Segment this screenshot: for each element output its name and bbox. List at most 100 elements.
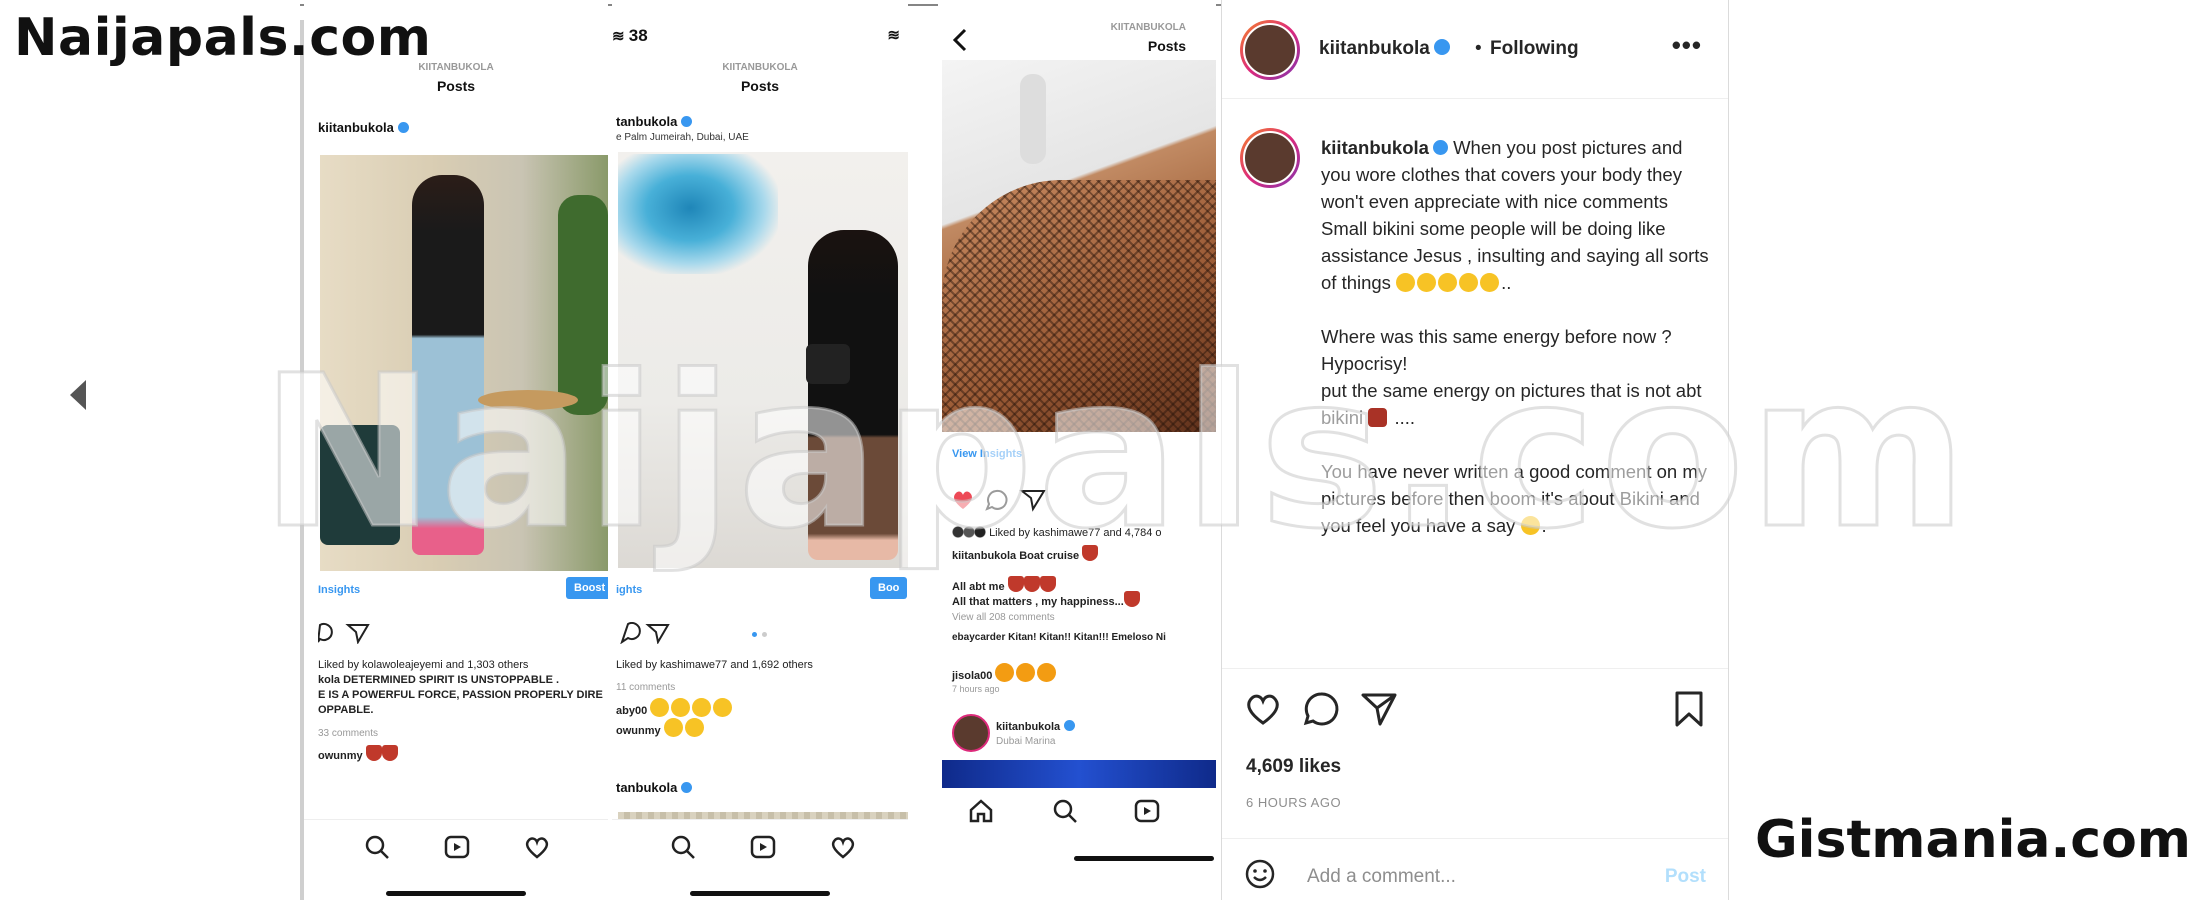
insights-link[interactable]: ights — [616, 584, 642, 596]
caption-paragraph-4: Hypocrisy! — [1321, 353, 1408, 374]
verified-icon — [681, 116, 693, 127]
emoji-icon — [663, 718, 683, 737]
phone-screenshot-3: KIITANBUKOLA Posts View Insights Liked b… — [938, 0, 1216, 900]
verified-icon — [1433, 39, 1450, 55]
liked-by-text: Liked by kashimawe77 and 1,692 others — [616, 659, 813, 671]
boost-button[interactable]: Boo — [870, 577, 908, 599]
fire-emoji-icon — [995, 663, 1015, 682]
posts-header: Posts — [436, 78, 476, 94]
reels-icon[interactable] — [444, 834, 470, 860]
comment-icon[interactable] — [1302, 690, 1340, 728]
posts-header: Posts — [740, 78, 780, 94]
home-icon[interactable] — [968, 798, 994, 824]
emoji-icon — [692, 698, 712, 717]
post-location[interactable]: e Palm Jumeirah, Dubai, UAE — [616, 132, 749, 143]
previous-arrow-icon[interactable] — [70, 380, 86, 410]
caption-line-1: kola DETERMINED SPIRIT IS UNSTOPPABLE . — [318, 674, 560, 686]
heart-emoji-icon — [1023, 576, 1040, 592]
username-text: tanbukola — [616, 114, 678, 129]
verified-icon — [1432, 140, 1448, 155]
liked-by-text: Liked by kashimawe77 and 4,784 o — [952, 526, 1162, 541]
likes-count[interactable]: 4,609 likes — [1246, 756, 1341, 778]
divider — [1222, 838, 1728, 839]
next-post-username[interactable]: kiitanbukola — [996, 720, 1076, 735]
action-icons[interactable] — [952, 488, 1052, 512]
post-comment-button[interactable]: Post — [1665, 866, 1706, 888]
comment-share-icons[interactable] — [618, 622, 670, 644]
laughing-emoji-icon — [1396, 273, 1416, 292]
liked-by-text: Liked by kolawoleajeyemi and 1,303 other… — [318, 659, 529, 671]
carousel-dot-active — [752, 632, 757, 637]
reels-icon[interactable] — [750, 834, 776, 860]
next-post-username[interactable]: tanbukola — [616, 780, 693, 795]
avatar[interactable] — [1240, 20, 1300, 80]
phone-screenshot-2: ≋ 38 ≋ KIITANBUKOLA Posts tanbukola e Pa… — [612, 0, 908, 900]
laughing-emoji-icon — [1480, 273, 1500, 292]
view-insights-link[interactable]: View Insights — [952, 448, 1022, 460]
more-options-icon[interactable]: ••• — [1672, 30, 1702, 61]
home-indicator — [1074, 856, 1214, 861]
emoji-icon — [684, 718, 704, 737]
username-text: kiitanbukola — [1319, 38, 1430, 59]
liker-avatars — [952, 526, 986, 538]
comment-share-icons[interactable] — [318, 622, 370, 644]
comment-text: All that matters , my happiness... — [952, 596, 1124, 608]
home-indicator — [690, 891, 830, 896]
posts-header: Posts — [1147, 38, 1186, 54]
verified-icon — [397, 122, 409, 133]
caption-username[interactable]: kiitanbukola — [1321, 137, 1429, 158]
insights-link[interactable]: Insights — [318, 584, 360, 596]
header-username[interactable]: kiitanbukola — [1319, 38, 1450, 60]
caption-paragraph-6-end: . — [1541, 515, 1547, 536]
laughing-emoji-icon — [1438, 273, 1458, 292]
save-bookmark-icon[interactable] — [1670, 690, 1708, 728]
post-time-ago: 6 HOURS AGO — [1246, 795, 1342, 810]
comments-count[interactable]: 33 comments — [318, 728, 378, 739]
like-heart-icon[interactable] — [1244, 690, 1282, 728]
avatar[interactable] — [952, 714, 990, 752]
share-icon[interactable] — [1360, 690, 1398, 728]
reels-icon[interactable] — [1134, 798, 1160, 824]
emoji-icon — [713, 698, 733, 717]
caption-paragraph-5-end: .... — [1389, 407, 1416, 428]
search-icon[interactable] — [1052, 798, 1078, 824]
add-comment-input[interactable]: Add a comment... — [1307, 866, 1456, 888]
post-photo — [942, 60, 1216, 432]
username-text: tanbukola — [616, 780, 678, 795]
verified-icon — [1064, 720, 1076, 731]
caption-paragraph-2-end: .. — [1501, 272, 1512, 293]
avatar-image — [1243, 23, 1297, 77]
heart-emoji-icon — [1007, 576, 1024, 592]
caption: kiitanbukola Boat cruise — [952, 545, 1099, 564]
username-text: kiitanbukola — [996, 721, 1061, 733]
emoji-smiley-icon[interactable] — [1244, 858, 1276, 890]
search-icon[interactable] — [670, 834, 696, 860]
search-icon[interactable] — [364, 834, 390, 860]
phone-screenshot-1: KIITANBUKOLA Posts kiitanbukola Insights… — [304, 0, 608, 900]
activity-heart-icon[interactable] — [830, 834, 856, 860]
comment-row: aby00 — [616, 698, 734, 719]
next-post-location[interactable]: Dubai Marina — [996, 736, 1055, 747]
caption-line-3: OPPABLE. — [318, 704, 374, 716]
post-username[interactable]: kiitanbukola — [318, 120, 409, 135]
photo-table — [478, 390, 578, 410]
caption-text: kiitanbukola Boat cruise — [952, 550, 1080, 562]
following-button[interactable]: Following — [1490, 38, 1579, 60]
photo-fishnet — [942, 180, 1216, 432]
post-photo — [320, 155, 608, 571]
caption-avatar[interactable] — [1240, 128, 1300, 188]
devil-emoji-icon — [1368, 408, 1388, 427]
boost-button[interactable]: Boost — [566, 577, 608, 599]
heart-emoji-icon — [381, 745, 398, 761]
activity-heart-icon[interactable] — [524, 834, 550, 860]
post-time: 7 hours ago — [952, 684, 1000, 694]
comment-row: ebaycarder Kitan! Kitan!! Kitan!!! Emelo… — [952, 632, 1166, 643]
view-all-comments[interactable]: View all 208 comments — [952, 612, 1055, 623]
photo-person-bg — [1020, 74, 1046, 164]
next-post-photo — [942, 760, 1216, 788]
comment-row: owunmy — [318, 745, 398, 764]
grinning-emoji-icon — [1520, 516, 1540, 535]
comments-count[interactable]: 11 comments — [616, 682, 675, 693]
bottom-nav — [304, 819, 608, 900]
post-username[interactable]: tanbukola — [616, 114, 693, 129]
